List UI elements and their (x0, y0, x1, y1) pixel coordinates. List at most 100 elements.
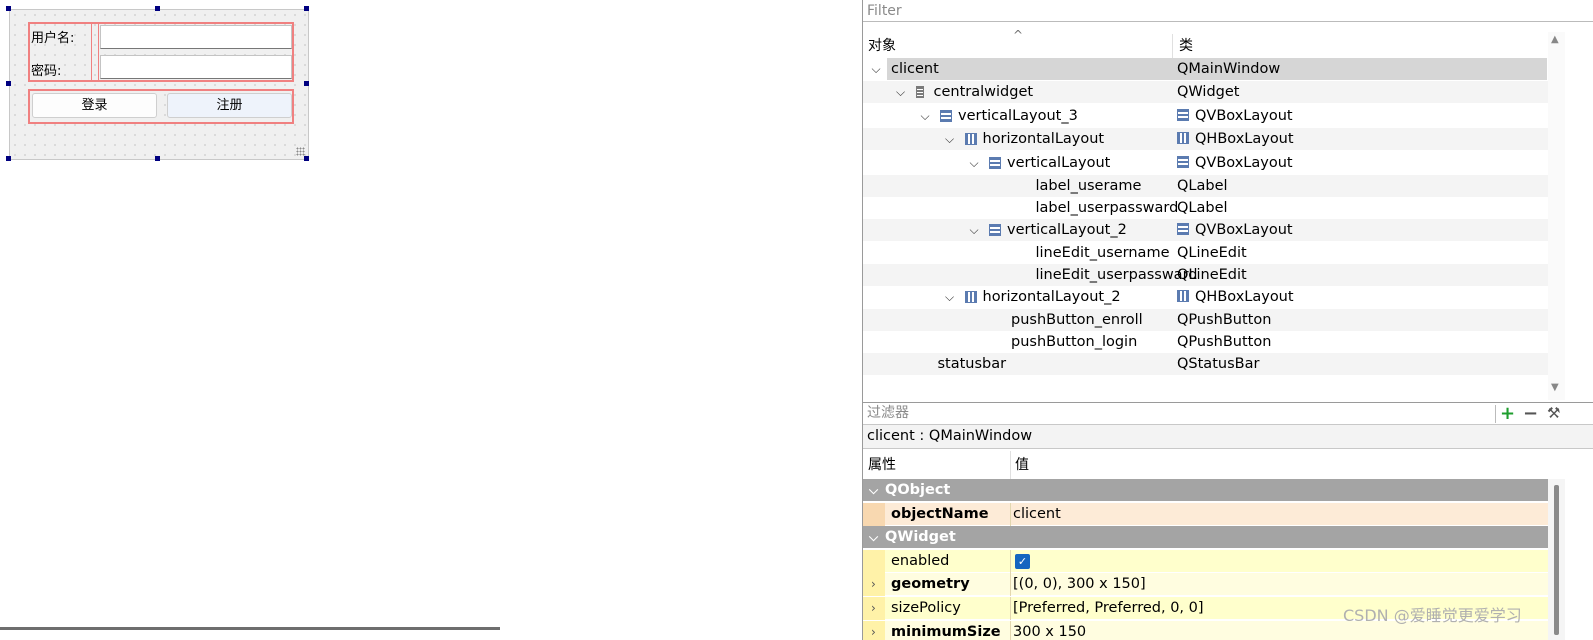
login-button[interactable]: 登录 (32, 93, 157, 118)
property-name: sizePolicy (891, 600, 961, 616)
property-value[interactable]: [(0, 0), 300 x 150] (1013, 573, 1146, 596)
form-preview[interactable]: 用户名: 密码: 登录 注册 (9, 9, 309, 160)
tree-row[interactable]: ⌵ horizontalLayout QHBoxLayout (863, 128, 1548, 150)
property-filter-bar: 过滤器 + − ⚒ (863, 402, 1593, 425)
hbox-layout-icon (964, 133, 977, 145)
chevron-down-icon[interactable]: ⌵ (943, 128, 957, 150)
tree-object-name: verticalLayout (1007, 155, 1111, 171)
tree-class-label: QHBoxLayout (1195, 289, 1294, 305)
tree-row[interactable]: ⌵ verticalLayout_2 QVBoxLayout (863, 219, 1548, 241)
selection-handle[interactable] (304, 156, 309, 161)
vbox-layout-icon (989, 157, 1001, 169)
tree-row[interactable]: pushButton_login QPushButton (863, 331, 1548, 353)
tree-object-name: label_userpassward (1035, 200, 1179, 216)
selection-handle[interactable] (155, 156, 160, 161)
enabled-checkbox[interactable]: ✓ (1015, 553, 1030, 569)
header-property[interactable]: 属性 (868, 449, 896, 475)
property-row-objectname[interactable]: objectName clicent (863, 502, 1548, 526)
selection-handle[interactable] (6, 6, 11, 11)
chevron-down-icon[interactable]: ⌵ (967, 152, 981, 174)
tree-class-label: QLineEdit (1177, 267, 1247, 283)
tree-object-name: verticalLayout_3 (958, 108, 1078, 124)
tree-object-class: QLabel (1177, 175, 1228, 197)
add-property-icon[interactable]: + (1500, 403, 1515, 424)
header-value[interactable]: 值 (1015, 449, 1029, 475)
tree-row[interactable]: ⌵ verticalLayout_3 QVBoxLayout (863, 105, 1548, 127)
property-group-qwidget[interactable]: ⌵ QWidget (863, 526, 1548, 550)
selection-handle[interactable] (6, 156, 11, 161)
tree-object-class: QVBoxLayout (1177, 105, 1293, 127)
vbox-layout-icon (989, 224, 1001, 236)
tree-object-class: QHBoxLayout (1177, 128, 1294, 150)
tree-row[interactable]: pushButton_enroll QPushButton (863, 309, 1548, 331)
tree-row[interactable]: label_userame QLabel (863, 175, 1548, 197)
property-value[interactable]: 300 x 150 (1013, 621, 1086, 640)
scroll-down-icon[interactable]: ▼ (1551, 382, 1559, 393)
property-group-qobject[interactable]: ⌵ QObject (863, 479, 1548, 502)
resize-grip-icon[interactable] (296, 147, 305, 156)
sort-caret-icon[interactable]: ^ (1013, 28, 1023, 42)
horizontal-scrollbar[interactable] (0, 627, 862, 640)
tree-row[interactable]: lineEdit_username QLineEdit (863, 242, 1548, 264)
tree-object-class: QWidget (1177, 81, 1239, 103)
tree-row[interactable]: ⌵ centralwidget QWidget (863, 81, 1548, 103)
tree-object-name: horizontalLayout_2 (982, 289, 1121, 305)
tree-class-label: QPushButton (1177, 334, 1272, 350)
selection-handle[interactable] (155, 6, 160, 11)
object-filter-input[interactable]: Filter (863, 0, 1593, 22)
object-tree-scrollbar[interactable]: ▲ ▼ (1548, 32, 1565, 400)
inspector-panels: Filter ^ 对象 类 ⌵ clicent QMainWindow ⌵ centra… (862, 0, 1593, 640)
tree-row[interactable]: ⌵ verticalLayout QVBoxLayout (863, 152, 1548, 174)
header-class[interactable]: 类 (1179, 32, 1193, 58)
tree-class-label: QHBoxLayout (1195, 131, 1294, 147)
tree-class-label: QWidget (1177, 84, 1240, 100)
selection-handle[interactable] (6, 81, 11, 86)
tree-class-label: QLabel (1177, 178, 1228, 194)
chevron-right-icon[interactable]: › (871, 597, 876, 620)
vbox-layout-icon (940, 110, 952, 122)
header-object[interactable]: 对象 (868, 32, 896, 58)
chevron-down-icon[interactable]: ⌵ (869, 479, 878, 502)
object-tree: ⌵ clicent QMainWindow ⌵ centralwidget QWidget… (863, 58, 1548, 378)
property-row-geometry[interactable]: › geometry [(0, 0), 300 x 150] (863, 573, 1548, 597)
property-value[interactable]: clicent (1013, 503, 1061, 526)
property-row-enabled[interactable]: enabled ✓ (863, 549, 1548, 573)
tree-object-class: QVBoxLayout (1177, 152, 1293, 174)
selection-handle[interactable] (304, 81, 309, 86)
tree-class-label: QVBoxLayout (1195, 222, 1293, 238)
chevron-down-icon[interactable]: ⌵ (918, 105, 932, 127)
tree-row[interactable]: statusbar QStatusBar (863, 353, 1548, 375)
hbox-layout-icon (1177, 290, 1189, 302)
tree-object-name: pushButton_login (1011, 334, 1138, 350)
chevron-down-icon[interactable]: ⌵ (894, 81, 908, 103)
register-button[interactable]: 注册 (167, 93, 292, 118)
selection-handle[interactable] (304, 6, 309, 11)
configure-wrench-icon[interactable]: ⚒ (1547, 403, 1560, 424)
username-label: 用户名: (31, 31, 75, 46)
property-name: objectName (891, 505, 989, 522)
property-value[interactable]: [Preferred, Preferred, 0, 0] (1013, 597, 1204, 620)
tree-row[interactable]: ⌵ clicent QMainWindow (863, 58, 1548, 80)
vbox-layout-icon (1177, 156, 1189, 168)
chevron-right-icon[interactable]: › (871, 573, 876, 596)
password-input[interactable] (100, 55, 292, 79)
tree-row[interactable]: ⌵ horizontalLayout_2 QHBoxLayout (863, 286, 1548, 308)
scroll-up-icon[interactable]: ▲ (1551, 34, 1559, 45)
tree-class-label: QVBoxLayout (1195, 108, 1293, 124)
tree-object-class: QLabel (1177, 197, 1228, 219)
remove-property-icon[interactable]: − (1523, 403, 1538, 424)
chevron-down-icon[interactable]: ⌵ (943, 286, 957, 308)
username-input[interactable] (100, 25, 292, 49)
scroll-thumb[interactable] (1554, 485, 1559, 635)
property-filter-input[interactable]: 过滤器 (867, 403, 909, 424)
form-editor-canvas[interactable]: 用户名: 密码: 登录 注册 (0, 0, 862, 640)
tree-class-label: QVBoxLayout (1195, 155, 1293, 171)
tree-row[interactable]: label_userpassward QLabel (863, 197, 1548, 219)
chevron-down-icon[interactable]: ⌵ (869, 58, 883, 80)
chevron-down-icon[interactable]: ⌵ (869, 526, 878, 549)
tree-object-class: QLineEdit (1177, 264, 1247, 286)
chevron-right-icon[interactable]: › (871, 621, 876, 640)
tree-row[interactable]: lineEdit_userpassward QLineEdit (863, 264, 1548, 286)
chevron-down-icon[interactable]: ⌵ (967, 219, 981, 241)
property-scrollbar[interactable] (1548, 479, 1565, 640)
